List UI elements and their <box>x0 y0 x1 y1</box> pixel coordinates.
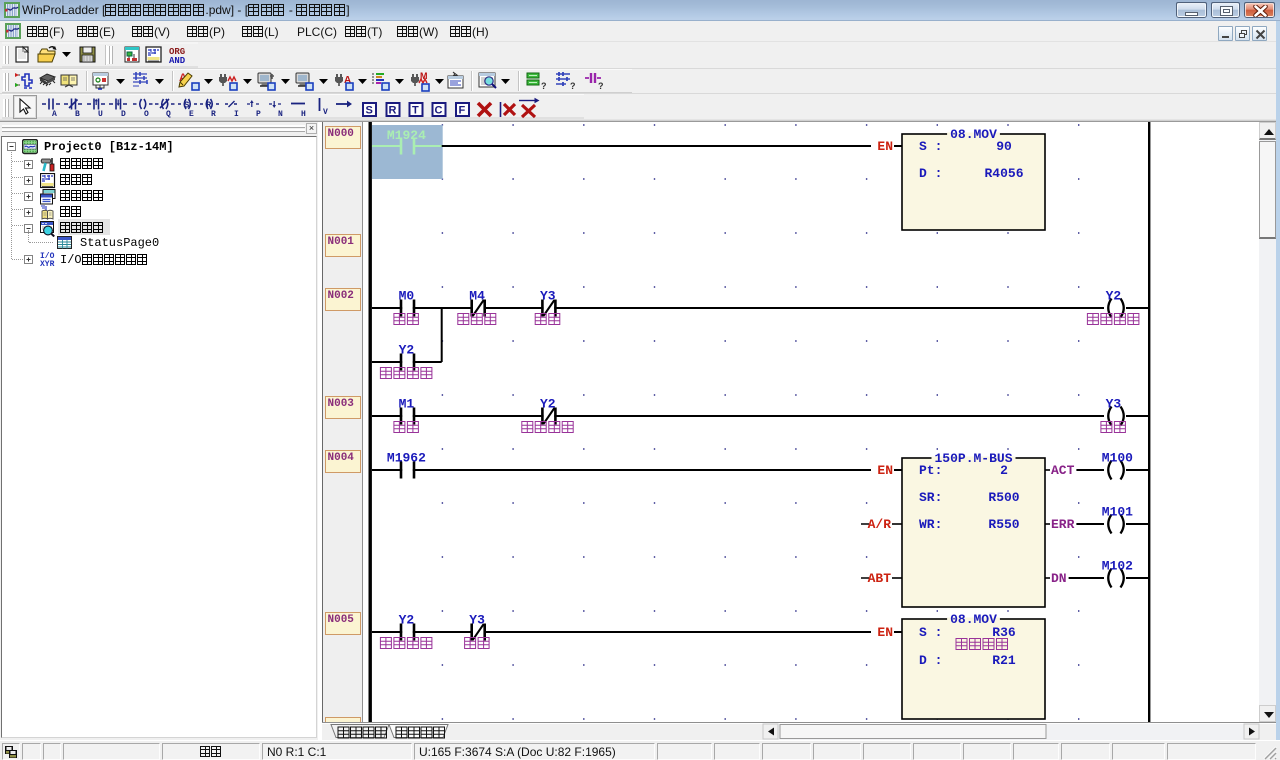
svg-text:C: C <box>435 105 443 117</box>
svg-text:N: N <box>278 110 283 119</box>
svg-text:M101: M101 <box>1102 505 1133 520</box>
svg-text:R: R <box>211 110 216 119</box>
svg-text:P: P <box>256 110 261 119</box>
svg-text:R: R <box>389 105 397 117</box>
svg-text:SR:: SR: <box>919 490 942 505</box>
svg-text:08.MOV: 08.MOV <box>950 127 997 142</box>
svg-text:D :: D : <box>919 166 942 181</box>
svg-text:Y3: Y3 <box>1106 397 1122 412</box>
svg-text:Y2: Y2 <box>399 613 415 628</box>
svg-text:S :: S : <box>919 139 942 154</box>
svg-text:90: 90 <box>996 139 1012 154</box>
svg-text:F: F <box>459 105 466 117</box>
svg-text:M102: M102 <box>1102 559 1133 574</box>
svg-text:2: 2 <box>1000 463 1008 478</box>
svg-text:AND: AND <box>169 56 186 66</box>
svg-text:E: E <box>189 110 194 119</box>
svg-text:EN: EN <box>877 463 893 478</box>
svg-text:R500: R500 <box>988 490 1019 505</box>
svg-text:H: H <box>301 110 306 119</box>
svg-text:Y3: Y3 <box>469 613 485 628</box>
svg-text:ACT: ACT <box>1051 463 1075 478</box>
svg-text:A/R: A/R <box>868 517 892 532</box>
svg-text:R550: R550 <box>988 517 1019 532</box>
svg-text:B: B <box>75 110 80 119</box>
svg-text:M1924: M1924 <box>387 128 426 143</box>
svg-text:?: ? <box>570 81 576 91</box>
svg-text:S: S <box>366 105 373 117</box>
svg-text:O: O <box>144 110 149 119</box>
svg-text:R: R <box>206 101 212 111</box>
svg-text:DN: DN <box>1051 571 1067 586</box>
svg-text:I: I <box>234 110 239 119</box>
svg-text:T: T <box>412 105 419 117</box>
svg-text:D: D <box>121 110 126 119</box>
svg-text:A: A <box>52 110 57 119</box>
svg-text:R21: R21 <box>992 653 1016 668</box>
svg-text:M100: M100 <box>1102 451 1133 466</box>
svg-text:ERR: ERR <box>1051 517 1075 532</box>
svg-text:M4: M4 <box>469 289 485 304</box>
svg-text:XYR: XYR <box>40 260 55 267</box>
svg-text:M0: M0 <box>399 289 415 304</box>
svg-text:M1962: M1962 <box>387 451 426 466</box>
svg-text:?: ? <box>541 81 547 91</box>
svg-text:S: S <box>184 101 190 111</box>
svg-text:R4056: R4056 <box>984 166 1023 181</box>
svg-text:EN: EN <box>877 139 893 154</box>
svg-text:U: U <box>98 110 103 119</box>
svg-text:V: V <box>323 108 328 117</box>
svg-text:Y2: Y2 <box>1106 289 1122 304</box>
svg-text:D :: D : <box>919 653 942 668</box>
svg-text:WR:: WR: <box>919 517 942 532</box>
svg-text:Pt:: Pt: <box>919 463 942 478</box>
svg-text:?: ? <box>598 81 604 91</box>
svg-text:Y3: Y3 <box>540 289 556 304</box>
svg-text:R36: R36 <box>992 625 1016 640</box>
svg-text:Q: Q <box>166 110 171 119</box>
svg-text:Y2: Y2 <box>399 343 415 358</box>
svg-text:ABT: ABT <box>868 571 892 586</box>
svg-text:M1: M1 <box>399 397 415 412</box>
svg-text:S :: S : <box>919 625 942 640</box>
svg-text:EN: EN <box>877 625 893 640</box>
svg-text:Y2: Y2 <box>540 397 556 412</box>
svg-text:08.MOV: 08.MOV <box>950 612 997 627</box>
